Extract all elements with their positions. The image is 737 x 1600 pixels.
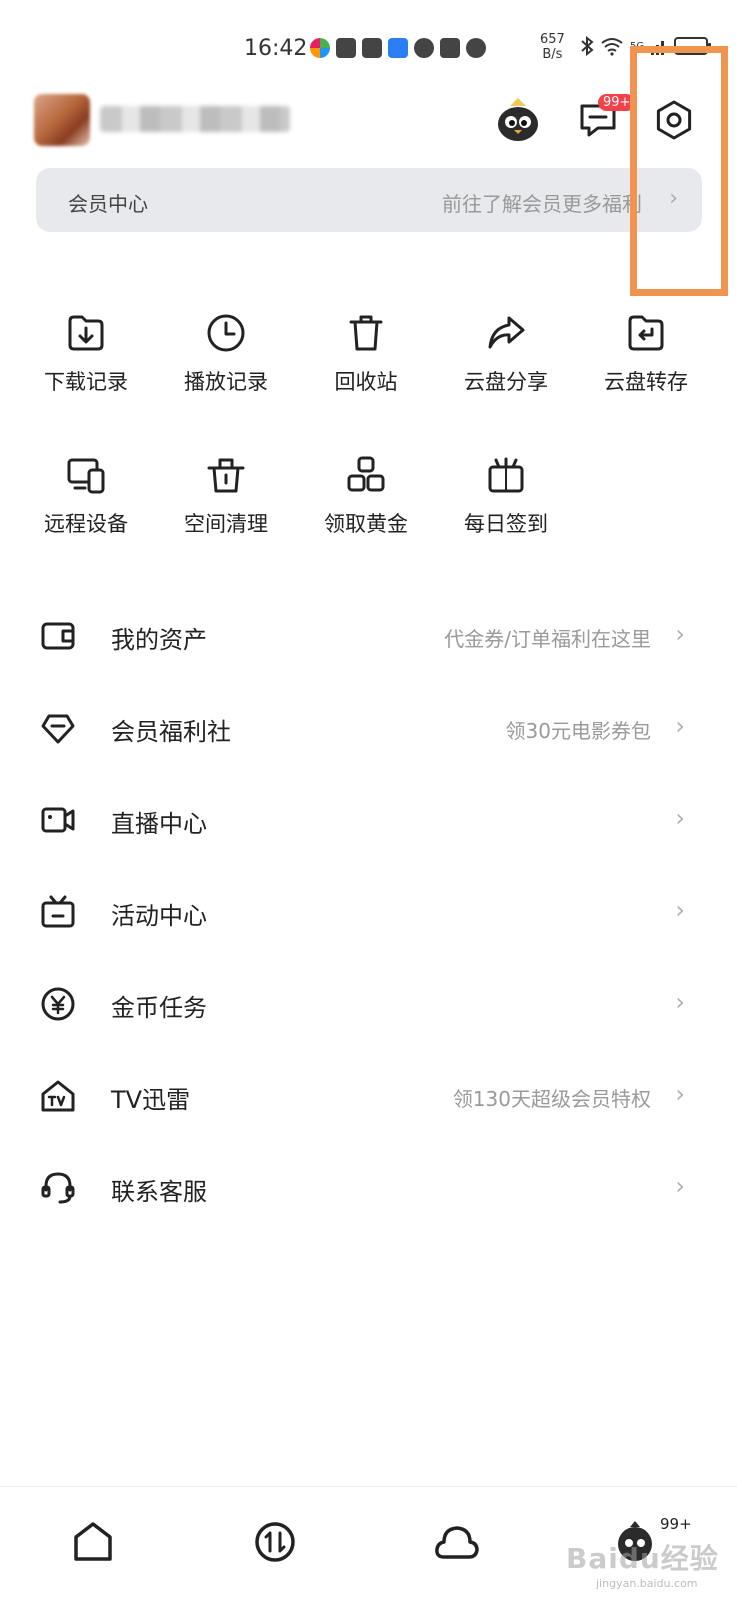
- hand-notification-icon: [362, 38, 382, 58]
- member-center-title: 会员中心: [68, 192, 148, 216]
- headset-icon: [41, 1172, 75, 1204]
- grid-label: 回收站: [334, 370, 398, 394]
- wifi-icon: [601, 38, 623, 56]
- bluetooth-icon: [581, 36, 594, 56]
- list-item-customer-service[interactable]: 联系客服 ›: [0, 1148, 737, 1228]
- share-icon: [488, 316, 525, 349]
- transfer-nav-icon[interactable]: [250, 1517, 300, 1567]
- video-icon: [41, 807, 75, 833]
- chevron-right-icon: ›: [675, 1172, 685, 1200]
- list-item-live-center[interactable]: 直播中心 ›: [0, 780, 737, 860]
- devices-icon: [67, 458, 105, 494]
- list-item-hint: 领130天超级会员特权: [452, 1087, 651, 1111]
- download-icon: [68, 315, 104, 351]
- speed-unit: B/s: [542, 47, 563, 62]
- watermark: Baidu经验: [566, 1542, 719, 1575]
- grid-label: 云盘分享: [464, 370, 548, 394]
- grid-item-play-history[interactable]: 播放记录: [166, 312, 286, 412]
- list-item-label: TV迅雷: [111, 1086, 191, 1114]
- grid-item-cloud-transfer[interactable]: 云盘转存: [586, 312, 706, 412]
- grid-label: 每日签到: [464, 512, 548, 536]
- cleanup-icon: [207, 458, 245, 493]
- chevron-right-icon: ›: [675, 896, 685, 924]
- chevron-right-icon: ›: [675, 1080, 685, 1108]
- list-item-tv-xunlei[interactable]: TV迅雷 领130天超级会员特权 ›: [0, 1056, 737, 1136]
- upload-notification-icon: [336, 38, 356, 58]
- member-center-banner[interactable]: 会员中心 前往了解会员更多福利 ›: [36, 168, 702, 232]
- grid-item-remote-devices[interactable]: 远程设备: [26, 454, 146, 554]
- coin-icon: [41, 987, 75, 1021]
- list-item-label: 金币任务: [111, 994, 207, 1022]
- home-icon[interactable]: [68, 1517, 118, 1567]
- bottom-navigation: 99+ Baidu经验 jingyan.baidu.com: [0, 1486, 737, 1600]
- grid-item-claim-gold[interactable]: 领取黄金: [306, 454, 426, 554]
- watermark-url: jingyan.baidu.com: [596, 1577, 698, 1590]
- status-time: 16:42: [244, 36, 308, 61]
- highlight-annotation-box: [630, 46, 728, 296]
- grid-label: 空间清理: [184, 512, 268, 536]
- list-item-label: 我的资产: [111, 626, 207, 654]
- list-item-label: 直播中心: [111, 810, 207, 838]
- profile-nav-badge: 99+: [660, 1515, 692, 1533]
- speed-value: 657: [540, 32, 565, 47]
- tv-house-icon: [41, 1080, 75, 1112]
- chevron-right-icon: ›: [675, 804, 685, 832]
- transfer-notification-icon: [414, 38, 434, 58]
- grid-item-cloud-share[interactable]: 云盘分享: [446, 312, 566, 412]
- chevron-right-icon: ›: [675, 620, 685, 648]
- username-blurred[interactable]: [100, 106, 290, 132]
- network-speed: 657 B/s: [540, 32, 565, 62]
- tv-box-icon: [41, 895, 75, 928]
- grid-label: 播放记录: [184, 370, 268, 394]
- grid-label: 下载记录: [44, 370, 128, 394]
- status-bar: 16:42 657 B/s 5G: [0, 30, 737, 74]
- gold-icon: [347, 456, 385, 492]
- grid-item-daily-checkin[interactable]: 每日签到: [446, 454, 566, 554]
- member-center-more: 前往了解会员更多福利: [442, 192, 642, 216]
- status-notification-icons: [310, 38, 486, 58]
- mascot-icon[interactable]: [494, 96, 542, 144]
- grid-item-download-records[interactable]: 下载记录: [26, 312, 146, 412]
- list-item-label: 活动中心: [111, 902, 207, 930]
- trash-icon: [349, 315, 383, 351]
- alarm-icon: [466, 38, 486, 58]
- grid-item-space-cleanup[interactable]: 空间清理: [166, 454, 286, 554]
- list-item-coin-tasks[interactable]: 金币任务 ›: [0, 964, 737, 1044]
- app-bird-notification-icon: [388, 38, 408, 58]
- grid-label: 云盘转存: [604, 370, 688, 394]
- diamond-icon: [41, 714, 75, 744]
- grid-item-recycle-bin[interactable]: 回收站: [306, 312, 426, 412]
- list-item-hint: 代金券/订单福利在这里: [444, 627, 651, 651]
- grid-label: 领取黄金: [324, 512, 408, 536]
- chevron-right-icon: ›: [675, 988, 685, 1016]
- clock-icon: [207, 314, 245, 352]
- gift-icon: [488, 457, 524, 493]
- list-item-my-assets[interactable]: 我的资产 代金券/订单福利在这里 ›: [0, 596, 737, 676]
- profile-header: 99+: [0, 90, 737, 150]
- grid-label: 远程设备: [44, 512, 128, 536]
- list-item-hint: 领30元电影券包: [505, 719, 651, 743]
- app-notification-icon: [310, 38, 330, 58]
- cloud-icon[interactable]: [432, 1517, 482, 1567]
- list-item-activity-center[interactable]: 活动中心 ›: [0, 872, 737, 952]
- list-item-member-welfare[interactable]: 会员福利社 领30元电影券包 ›: [0, 688, 737, 768]
- chevron-right-icon: ›: [675, 712, 685, 740]
- wallet-icon: [41, 622, 75, 650]
- transfer-icon: [628, 315, 664, 351]
- list-item-label: 会员福利社: [111, 718, 231, 746]
- avatar[interactable]: [34, 94, 90, 146]
- list-item-label: 联系客服: [111, 1178, 207, 1206]
- nfc-icon: [440, 38, 460, 58]
